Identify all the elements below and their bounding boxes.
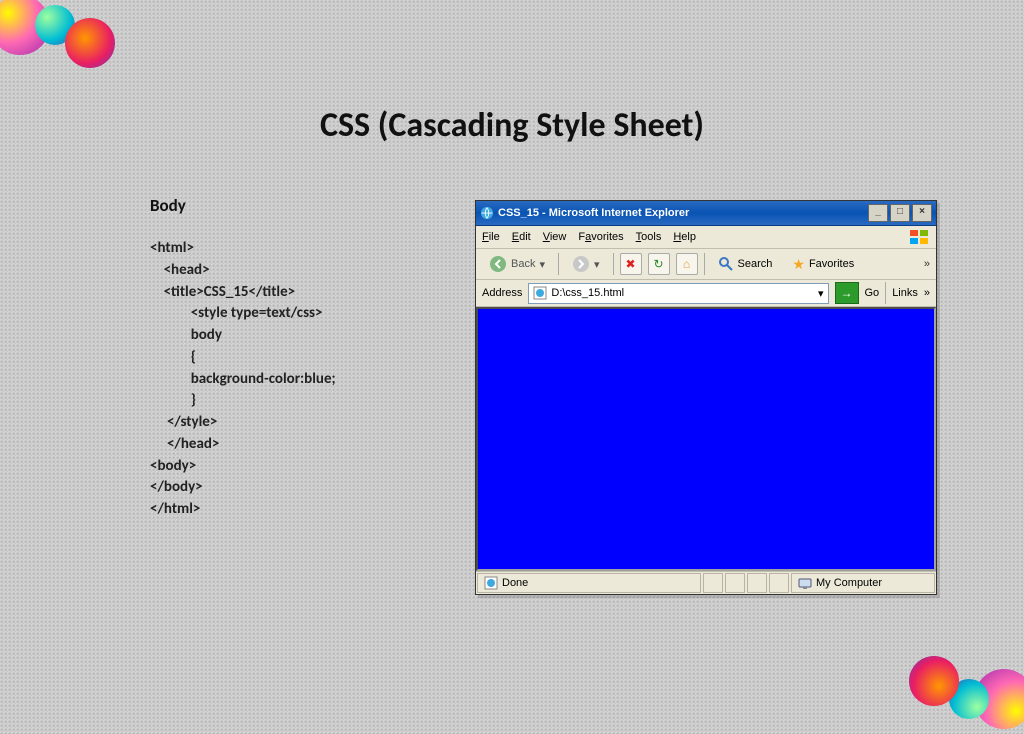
forward-icon: [572, 255, 590, 273]
status-slot: [725, 573, 745, 593]
stop-button[interactable]: ✖: [620, 253, 642, 275]
address-input[interactable]: D:\css_15.html ▾: [528, 283, 828, 304]
titlebar: CSS_15 - Microsoft Internet Explorer _ □…: [476, 201, 936, 226]
separator: [885, 282, 886, 304]
chevron-down-icon: ▾: [539, 258, 545, 271]
separator: [704, 253, 705, 275]
chevron-down-icon[interactable]: ▾: [818, 287, 824, 300]
refresh-button[interactable]: ↻: [648, 253, 670, 275]
menu-favorites[interactable]: Favorites: [578, 231, 623, 243]
windows-flag-icon: [908, 228, 930, 246]
stop-icon: ✖: [626, 257, 636, 271]
done-icon: [484, 576, 498, 590]
toolbar: Back ▾ ▾ ✖ ↻ ⌂ Search ★ Favorites »: [476, 249, 936, 280]
home-icon: ⌂: [683, 257, 690, 271]
home-button[interactable]: ⌂: [676, 253, 698, 275]
statusbar: Done My Computer: [476, 571, 936, 594]
forward-button[interactable]: ▾: [565, 251, 607, 277]
close-button[interactable]: ×: [912, 204, 932, 222]
page-title: CSS (Cascading Style Sheet): [0, 0, 1024, 146]
menu-edit[interactable]: Edit: [512, 231, 531, 243]
status-text: Done: [502, 577, 528, 589]
code-block: <html> <head> <title>CSS_15</title> <sty…: [150, 238, 470, 521]
links-label[interactable]: Links: [892, 287, 918, 299]
star-icon: ★: [792, 256, 805, 273]
minimize-button[interactable]: _: [868, 204, 888, 222]
back-button[interactable]: Back ▾: [482, 251, 552, 277]
back-icon: [489, 255, 507, 273]
search-icon: [718, 256, 734, 272]
address-label: Address: [482, 287, 522, 299]
menu-file[interactable]: File: [482, 231, 500, 243]
page-viewport: [476, 307, 936, 571]
code-section: Body <html> <head> <title>CSS_15</title>…: [150, 195, 470, 521]
menu-help[interactable]: Help: [673, 231, 696, 243]
ie-page-icon: [533, 286, 547, 300]
links-overflow[interactable]: »: [924, 287, 930, 299]
favorites-button[interactable]: ★ Favorites: [785, 251, 861, 277]
refresh-icon: ↻: [654, 257, 664, 271]
go-label: Go: [865, 287, 880, 299]
address-bar: Address D:\css_15.html ▾ → Go Links »: [476, 280, 936, 307]
zone-text: My Computer: [816, 577, 882, 589]
section-label: Body: [150, 195, 470, 216]
status-slot: [747, 573, 767, 593]
ie-logo-icon: [480, 206, 494, 220]
toolbar-overflow[interactable]: »: [924, 258, 930, 270]
decorative-swirl-bottom-right: [904, 654, 1024, 734]
maximize-button[interactable]: □: [890, 204, 910, 222]
separator: [613, 253, 614, 275]
status-slot: [703, 573, 723, 593]
menu-tools[interactable]: Tools: [636, 231, 662, 243]
chevron-down-icon: ▾: [594, 258, 600, 271]
ie-window: CSS_15 - Microsoft Internet Explorer _ □…: [475, 200, 937, 595]
menubar: File Edit View Favorites Tools Help: [476, 226, 936, 249]
go-button[interactable]: →: [835, 282, 859, 304]
search-button[interactable]: Search: [711, 251, 780, 277]
menu-view[interactable]: View: [543, 231, 567, 243]
status-slot: [769, 573, 789, 593]
computer-icon: [798, 576, 812, 590]
separator: [558, 253, 559, 275]
window-title: CSS_15 - Microsoft Internet Explorer: [498, 207, 689, 219]
